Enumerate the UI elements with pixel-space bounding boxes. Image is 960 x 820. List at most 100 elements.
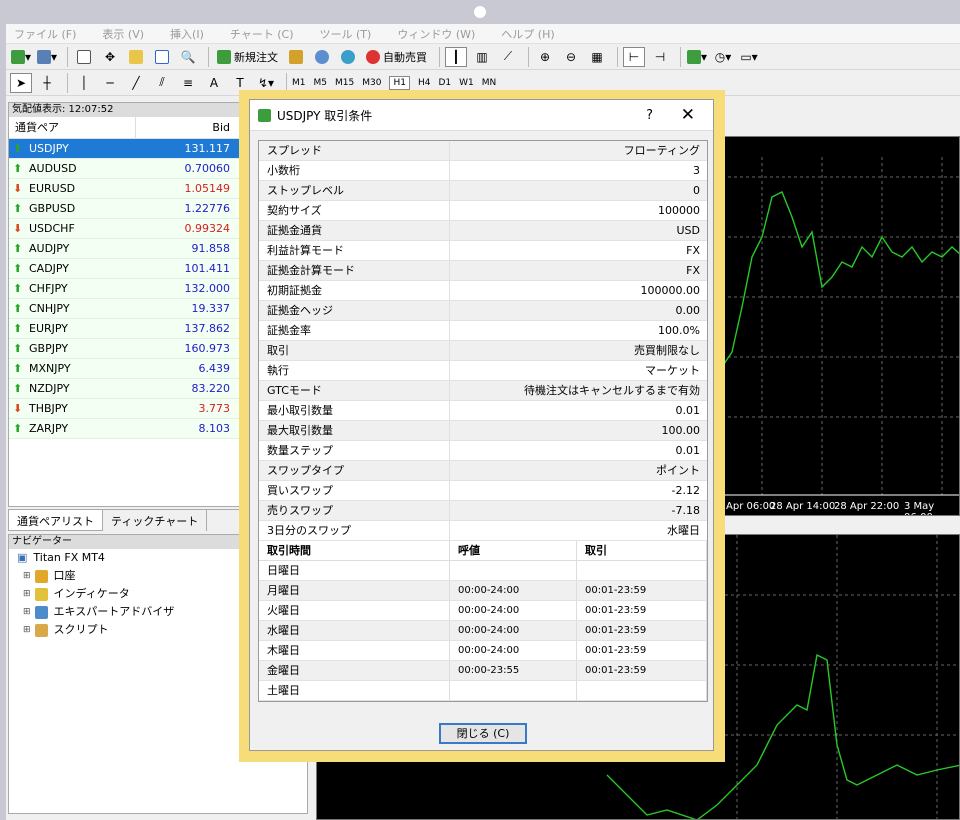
bar-chart-icon[interactable]: ┃ — [445, 46, 467, 67]
spec-value: -2.12 — [671, 484, 700, 497]
menu-item[interactable]: チャート (C) — [230, 26, 294, 42]
market-watch-row[interactable]: ⬆ NZDJPY 83.220 — [9, 379, 240, 399]
spec-row: 取引 売買制限なし — [259, 341, 707, 361]
market-watch-row[interactable]: ⬆ AUDJPY 91.858 — [9, 239, 240, 259]
chart-window-top[interactable]: Apr 06:00 28 Apr 14:00 28 Apr 22:00 3 Ma… — [721, 136, 960, 516]
bid-cell: 8.103 — [198, 422, 231, 435]
timeframe-m5[interactable]: M5 — [314, 78, 328, 88]
menu-item[interactable]: ヘルプ (H) — [501, 26, 554, 42]
spec-value: 3 — [693, 164, 700, 177]
expand-icon[interactable]: ⊞ — [23, 621, 31, 639]
timeframe-m30[interactable]: M30 — [362, 78, 381, 88]
bid-cell: 0.99324 — [184, 222, 231, 235]
menu-item[interactable]: 挿入(I) — [170, 26, 204, 42]
market-icon[interactable] — [337, 47, 359, 67]
vertical-line-icon[interactable]: │ — [73, 73, 95, 93]
timeframe-h4[interactable]: H4 — [418, 78, 431, 88]
spec-value: -7.18 — [671, 504, 700, 517]
crosshair-tool-icon[interactable]: ┼ — [36, 73, 58, 93]
horizontal-line-icon[interactable]: ─ — [99, 73, 121, 93]
new-chart-icon[interactable]: ▾ — [10, 47, 32, 67]
market-watch-row[interactable]: ⬆ AUDUSD 0.70060 — [9, 159, 240, 179]
spec-value: マーケット — [645, 364, 700, 377]
templates-icon[interactable]: ▭▾ — [738, 47, 760, 67]
periods-icon[interactable]: ◷▾ — [712, 47, 734, 67]
symbol-cell: ⬆ NZDJPY — [9, 379, 136, 398]
spec-key: 利益計算モード — [259, 241, 450, 260]
profiles-icon[interactable]: ▾ — [36, 47, 58, 67]
bid-column-header[interactable]: Bid — [136, 117, 236, 138]
bid-cell: 132.000 — [184, 282, 231, 295]
symbol-name: MXNJPY — [29, 361, 71, 375]
menu-item[interactable]: ウィンドウ (W) — [397, 26, 475, 42]
crosshair-icon[interactable]: ✥ — [99, 47, 121, 67]
zoom-in-icon[interactable]: ⊕ — [534, 47, 556, 67]
metaeditor-icon[interactable] — [285, 47, 307, 67]
timeframe-m1[interactable]: M1 — [292, 78, 306, 88]
help-icon[interactable]: ? — [646, 108, 653, 123]
navigator-icon[interactable] — [125, 47, 147, 67]
tester-icon[interactable]: 🔍 — [177, 47, 199, 67]
session-trade: 00:01-23:59 — [577, 621, 707, 640]
spec-key: 証拠金ヘッジ — [259, 301, 450, 320]
close-icon[interactable]: ✕ — [681, 105, 695, 125]
equidistant-channel-icon[interactable]: ⫽ — [151, 73, 173, 93]
market-watch-row[interactable]: ⬇ THBJPY 3.773 — [9, 399, 240, 419]
timeframe-h1[interactable]: H1 — [389, 75, 410, 90]
timeframe-m15[interactable]: M15 — [335, 78, 354, 88]
session-day: 木曜日 — [259, 641, 450, 660]
market-watch-row[interactable]: ⬆ ZARJPY 8.103 — [9, 419, 240, 439]
spec-row: 証拠金ヘッジ 0.00 — [259, 301, 707, 321]
line-chart-icon[interactable]: ⟋ — [497, 47, 519, 67]
spec-row: 最大取引数量 100.00 — [259, 421, 707, 441]
timeframe-mn[interactable]: MN — [482, 78, 497, 88]
session-quote: 00:00-24:00 — [450, 641, 577, 660]
candle-chart-icon[interactable]: ▥ — [471, 47, 493, 67]
symbol-cell: ⬆ EURJPY — [9, 319, 136, 338]
timeframe-d1[interactable]: D1 — [438, 78, 451, 88]
symbol-name: ZARJPY — [29, 421, 69, 435]
bid-cell: 131.117 — [184, 142, 231, 155]
auto-scroll-icon[interactable]: ⊢ — [623, 46, 645, 67]
auto-trade-button[interactable]: 自動売買 — [363, 47, 430, 67]
expand-icon[interactable]: ⊞ — [23, 585, 31, 603]
menu-item[interactable]: 表示 (V) — [102, 26, 144, 42]
market-watch-row[interactable]: ⬆ CNHJPY 19.337 — [9, 299, 240, 319]
fibonacci-icon[interactable]: ≡ — [177, 73, 199, 93]
market-watch-row[interactable]: ⬆ GBPUSD 1.22776 — [9, 199, 240, 219]
close-button[interactable]: 閉じる (C) — [439, 723, 527, 744]
cursor-icon[interactable]: ➤ — [10, 72, 32, 93]
market-watch-row[interactable]: ⬆ MXNJPY 6.439 — [9, 359, 240, 379]
spec-row: 売りスワップ -7.18 — [259, 501, 707, 521]
text-icon[interactable]: A — [203, 73, 225, 93]
market-watch-row[interactable]: ⬇ USDCHF 0.99324 — [9, 219, 240, 239]
market-watch-row[interactable]: ⬆ CADJPY 101.411 — [9, 259, 240, 279]
arrow-up-icon: ⬆ — [13, 302, 23, 315]
market-watch-row[interactable]: ⬆ CHFJPY 132.000 — [9, 279, 240, 299]
new-order-button[interactable]: 新規注文 — [214, 47, 281, 67]
tab-tick-chart[interactable]: ティックチャート — [103, 510, 208, 531]
signals-icon[interactable] — [311, 47, 333, 67]
terminal-icon[interactable] — [151, 47, 173, 67]
session-trade: 00:01-23:59 — [577, 601, 707, 620]
session-day: 月曜日 — [259, 581, 450, 600]
market-watch-row[interactable]: ⬇ EURUSD 1.05149 — [9, 179, 240, 199]
chart-shift-icon[interactable]: ⊣ — [649, 47, 671, 67]
market-watch-icon[interactable] — [73, 47, 95, 67]
tile-windows-icon[interactable]: ▦ — [586, 47, 608, 67]
tab-symbols[interactable]: 通貨ペアリスト — [8, 510, 103, 531]
market-watch-row[interactable]: ⬆ EURJPY 137.862 — [9, 319, 240, 339]
arrow-up-icon: ⬆ — [13, 202, 23, 215]
zoom-out-icon[interactable]: ⊖ — [560, 47, 582, 67]
menu-item[interactable]: ツール (T) — [320, 26, 372, 42]
spec-row: ストップレベル 0 — [259, 181, 707, 201]
menu-item[interactable]: ファイル (F) — [14, 26, 76, 42]
market-watch-row[interactable]: ⬆ GBPJPY 160.973 — [9, 339, 240, 359]
trendline-icon[interactable]: ╱ — [125, 73, 147, 93]
market-watch-row[interactable]: ⬆ USDJPY 131.117 — [9, 139, 240, 159]
expand-icon[interactable]: ⊞ — [23, 567, 31, 585]
symbol-column-header[interactable]: 通貨ペア — [9, 117, 136, 138]
indicators-icon[interactable]: ▾ — [686, 47, 708, 67]
timeframe-w1[interactable]: W1 — [459, 78, 474, 88]
expand-icon[interactable]: ⊞ — [23, 603, 31, 621]
